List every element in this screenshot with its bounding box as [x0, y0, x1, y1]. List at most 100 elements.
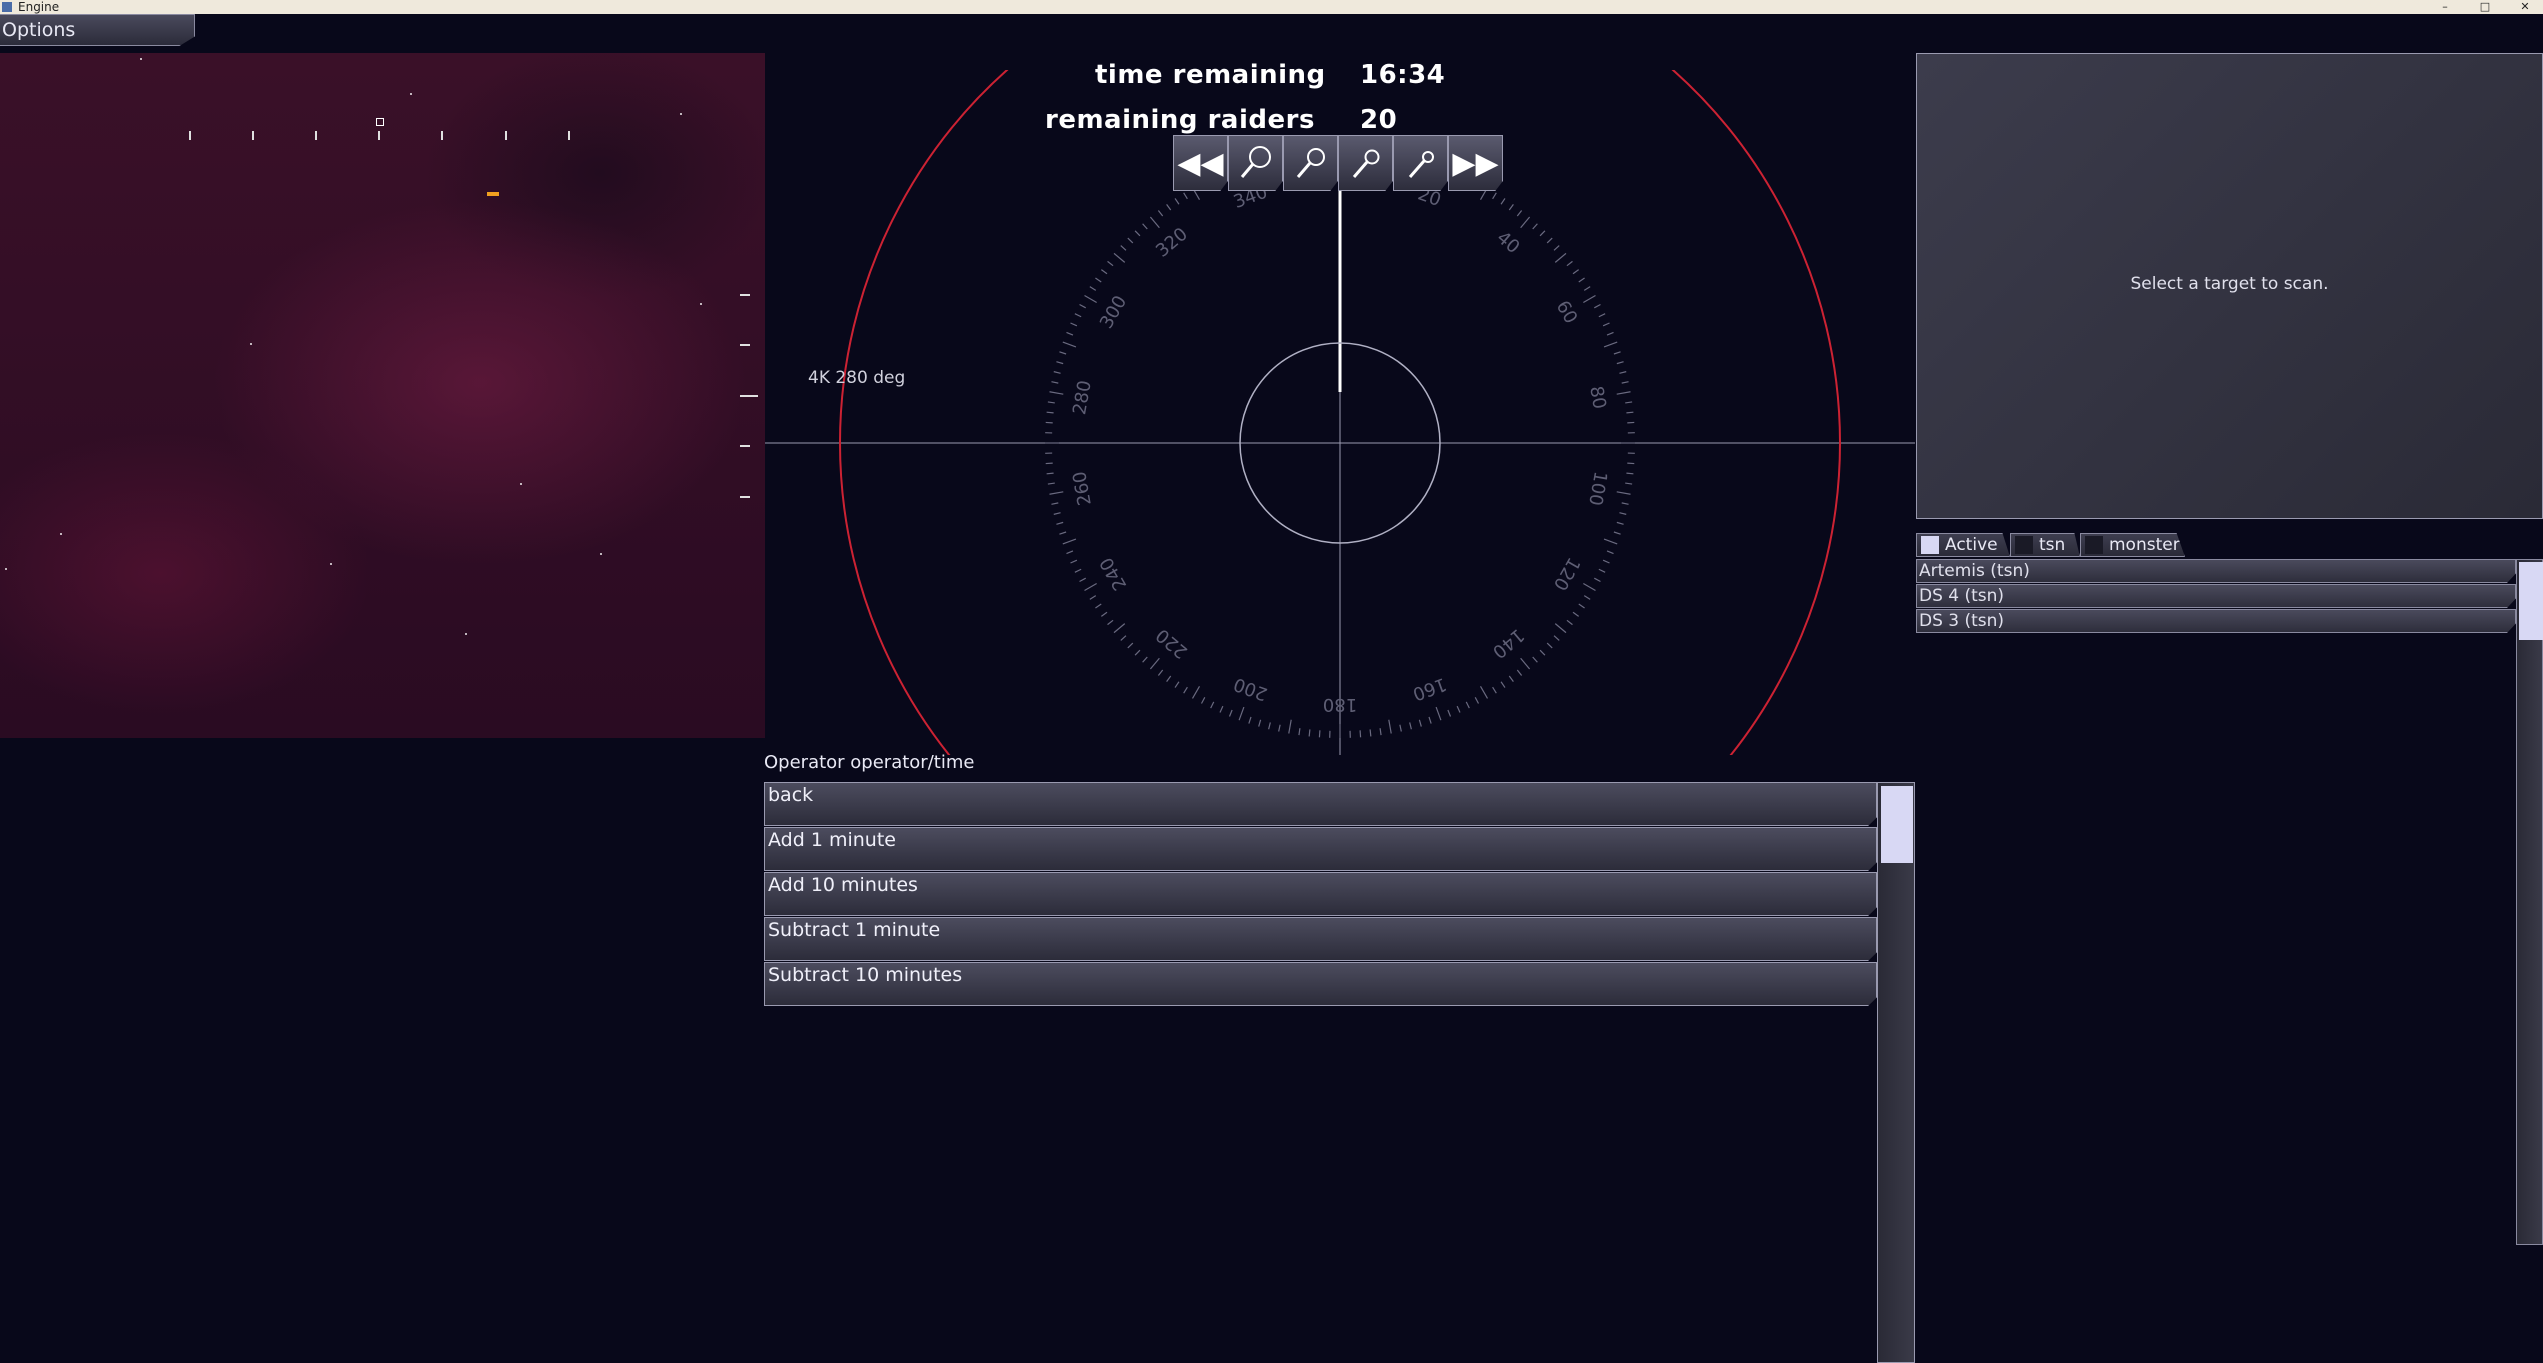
checkbox-icon[interactable]: [2015, 536, 2033, 554]
compass-tick: [1258, 719, 1262, 727]
compass-tick: [1578, 277, 1585, 283]
zoom-level-2-button[interactable]: [1283, 135, 1338, 191]
list-item[interactable]: Artemis (tsn): [1916, 559, 2516, 583]
compass-tick: [1553, 635, 1560, 641]
contact-list-scrollbar[interactable]: [2516, 559, 2543, 1245]
zoom-level-1-button[interactable]: [1228, 135, 1283, 191]
compass-tick: [1142, 656, 1148, 663]
compass-tick: [1553, 245, 1560, 251]
filter-tab-tsn[interactable]: tsn: [2010, 533, 2080, 557]
compass-tick: [1532, 223, 1538, 230]
contact-filter-tabs: Active tsn monster: [1916, 533, 2185, 557]
compass-tick: [1613, 351, 1621, 355]
scrollbar-thumb[interactable]: [2519, 562, 2543, 640]
compass-tick: [1053, 512, 1061, 515]
compass-tick: [1532, 656, 1538, 663]
heading-tick: [189, 131, 191, 140]
scan-prompt: Select a target to scan.: [2130, 274, 2329, 294]
scrollbar-thumb[interactable]: [1881, 786, 1913, 863]
compass-tick: [1157, 669, 1164, 676]
compass-tick: [1079, 303, 1086, 309]
compass-tick: [1621, 502, 1629, 505]
compass-tick: [1399, 724, 1402, 732]
radar-outer-arc-right: [1671, 70, 1842, 755]
compass-tick: [1492, 192, 1497, 200]
list-item[interactable]: back: [764, 782, 1877, 826]
options-button[interactable]: Options: [0, 14, 195, 46]
list-item[interactable]: Add 1 minute: [764, 827, 1877, 871]
radar-outer-arc-left: [838, 70, 1009, 755]
compass-tick: [1520, 216, 1531, 229]
fast-forward-icon: ▶▶: [1452, 145, 1499, 181]
heading-tick: [315, 131, 317, 140]
maximize-button[interactable]: □: [2470, 0, 2500, 14]
checkbox-icon[interactable]: [1921, 536, 1939, 554]
list-item[interactable]: DS 3 (tsn): [1916, 609, 2516, 633]
compass-tick: [1598, 568, 1606, 573]
list-item[interactable]: DS 4 (tsn): [1916, 584, 2516, 608]
compass-tick: [1409, 722, 1412, 730]
compass-tick: [1625, 482, 1633, 485]
compass-tick: [1594, 577, 1601, 583]
compass-tick: [1062, 538, 1077, 545]
compass-tick: [1603, 341, 1618, 348]
compass-tick: [1089, 286, 1097, 291]
zoom-icon: [1408, 151, 1434, 178]
radar-range-label: 4K 280 deg: [808, 368, 906, 388]
zoom-level-4-button[interactable]: [1393, 135, 1448, 191]
compass-tick: [1074, 568, 1082, 573]
rewind-button[interactable]: ◀◀: [1173, 135, 1228, 191]
compass-tick: [1606, 331, 1614, 336]
compass-tick: [1079, 577, 1086, 583]
minimize-button[interactable]: –: [2430, 0, 2460, 14]
compass-tick: [1456, 705, 1461, 713]
list-item[interactable]: Add 10 minutes: [764, 872, 1877, 916]
star: [465, 633, 467, 635]
rewind-icon: ◀◀: [1177, 145, 1224, 181]
compass-tick: [1520, 657, 1531, 670]
filter-tab-active[interactable]: Active: [1916, 533, 2010, 557]
zoom-level-3-button[interactable]: [1338, 135, 1393, 191]
compass-tick: [1474, 697, 1480, 704]
compass-tick: [1056, 521, 1064, 525]
compass-label: 240: [1096, 554, 1131, 594]
star: [700, 303, 702, 305]
compass-tick: [1606, 550, 1614, 555]
compass-tick: [1174, 198, 1180, 205]
space-viewport[interactable]: [0, 53, 765, 738]
compass-tick: [1308, 729, 1311, 737]
compass-tick: [1127, 237, 1134, 244]
compass-tick: [1435, 706, 1442, 721]
list-item[interactable]: Subtract 1 minute: [764, 917, 1877, 961]
compass-tick: [1219, 705, 1224, 713]
compass-tick: [1191, 686, 1201, 699]
filter-tab-monster[interactable]: monster: [2080, 533, 2185, 557]
compass-tick: [1166, 675, 1172, 683]
star: [5, 568, 7, 570]
checkbox-icon[interactable]: [2085, 536, 2103, 554]
compass-tick: [1051, 502, 1059, 505]
zoom-icon: [1296, 148, 1325, 178]
compass-tick: [1074, 313, 1082, 318]
heading-tick: [568, 131, 570, 140]
window-titlebar: Engine – □ ✕: [0, 0, 2543, 14]
zoom-icon: [1240, 146, 1271, 178]
fast-forward-button[interactable]: ▶▶: [1448, 135, 1503, 191]
compass-tick: [1056, 361, 1064, 365]
compass-tick: [1157, 210, 1164, 217]
star: [140, 58, 142, 60]
operator-list-scrollbar[interactable]: [1877, 782, 1915, 1363]
compass-tick: [1120, 245, 1127, 251]
compass-label: 280: [1069, 379, 1096, 416]
pitch-tick: [740, 294, 750, 296]
compass-tick: [1500, 681, 1506, 688]
close-button[interactable]: ✕: [2510, 0, 2540, 14]
compass-tick: [1047, 482, 1055, 485]
compass-tick: [1516, 669, 1523, 676]
compass-label: 320: [1152, 224, 1192, 262]
compass-tick: [1095, 277, 1102, 283]
list-item[interactable]: Subtract 10 minutes: [764, 962, 1877, 1006]
target-blip[interactable]: [487, 192, 499, 196]
star: [330, 563, 332, 565]
operator-command-list: back Add 1 minute Add 10 minutes Subtrac…: [764, 782, 1877, 1007]
